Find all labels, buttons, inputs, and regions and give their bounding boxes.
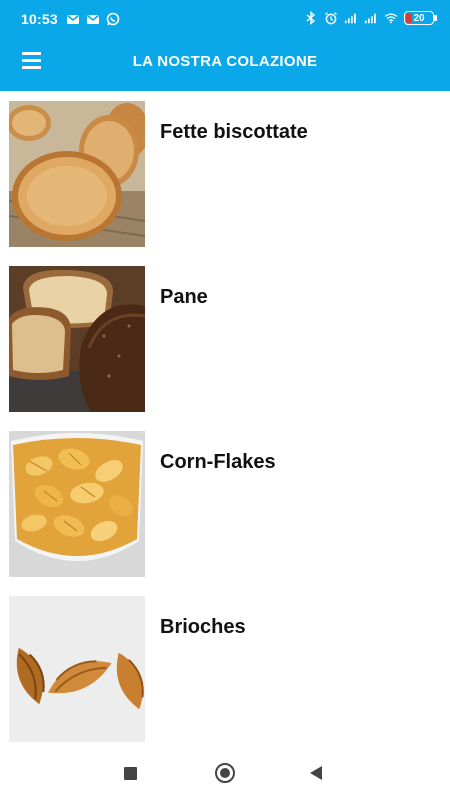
wifi-icon [384,13,398,24]
back-icon[interactable] [310,766,322,780]
item-label: Pane [160,286,208,308]
rusks-photo [9,101,145,247]
bread-illustration [9,266,145,412]
list-item-fette-biscottate[interactable]: Fette biscottate [0,91,450,247]
status-notification-icons [66,12,120,26]
alarm-icon [325,12,337,25]
battery-level: 20 [413,12,425,24]
status-time: 10:53 [21,11,58,27]
recent-apps-icon[interactable] [124,767,137,780]
home-icon[interactable] [215,763,235,783]
status-system-icons: 20 [304,11,437,25]
battery-icon: 20 [404,11,437,25]
croissants-illustration [9,596,145,742]
bluetooth-icon [306,11,316,25]
battery-cap [434,15,437,21]
croissants-photo [9,596,145,742]
app-title: LA NOSTRA COLAZIONE [132,53,318,70]
whatsapp-icon [106,12,120,26]
list-item-brioches[interactable]: Brioches [0,586,450,742]
top-header: 10:53 20 LA NOSTRA COLAZIONE [0,0,450,91]
rusks-illustration [9,101,145,247]
item-label: Fette biscottate [160,121,308,143]
signal-icon [364,13,376,24]
list-item-corn-flakes[interactable]: Corn-Flakes [0,421,450,577]
list-item-pane[interactable]: Pane [0,256,450,412]
bread-photo [9,266,145,412]
status-bar: 10:53 20 [0,0,450,38]
app-bar: LA NOSTRA COLAZIONE [0,38,450,91]
cornflakes-illustration [9,431,145,577]
item-label: Brioches [160,616,246,638]
battery-fill [406,13,412,23]
gmail-icon [66,14,80,24]
system-nav-bar [0,745,450,800]
cornflakes-photo [9,431,145,577]
gmail-icon [86,14,100,24]
item-label: Corn-Flakes [160,451,276,473]
signal-icon [344,13,356,24]
